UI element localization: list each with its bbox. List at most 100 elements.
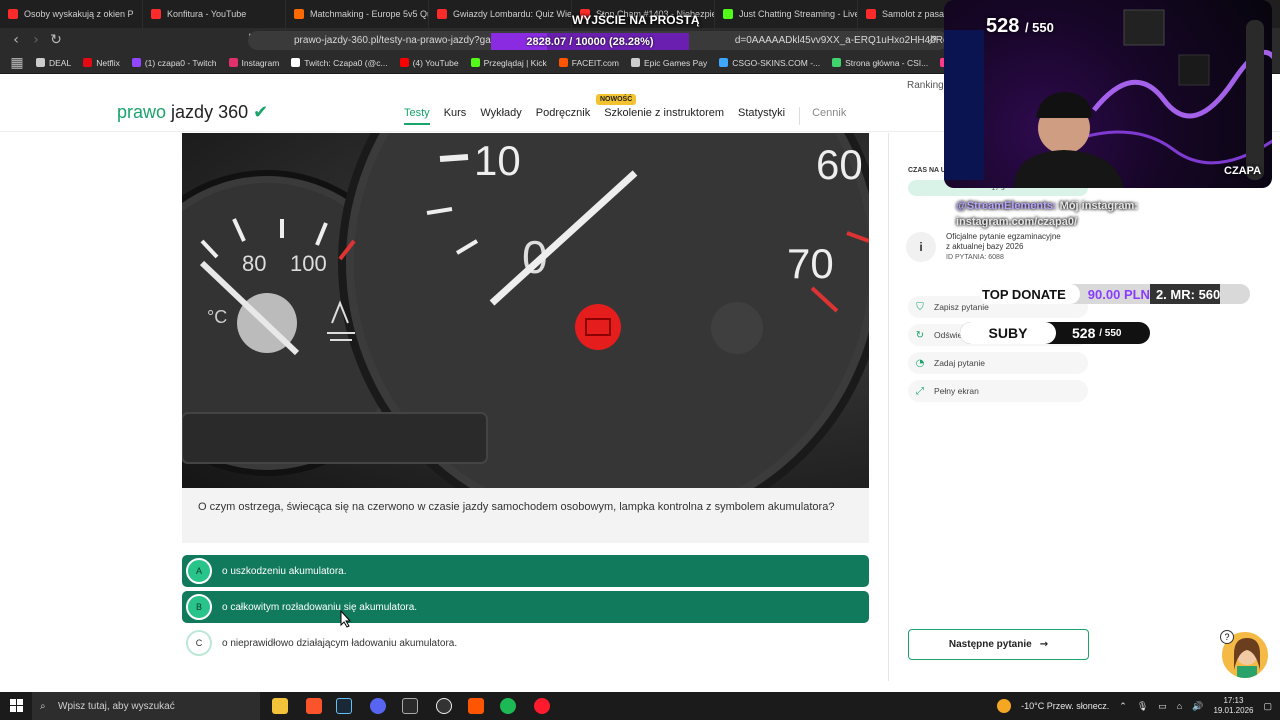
brave-browser-icon[interactable] (306, 698, 322, 714)
nav-testy[interactable]: Testy (404, 107, 430, 125)
notifications-icon[interactable]: ▢ (1263, 701, 1272, 712)
info-official: Oficjalne pytanie egzaminacyjne z aktualn… (946, 232, 1061, 251)
refresh-icon: ↻ (915, 329, 925, 341)
tab-favicon-icon (866, 9, 876, 19)
bookmark-item[interactable]: Netflix (83, 58, 120, 68)
content-divider (888, 133, 889, 681)
browser-tab[interactable]: Osoby wyskakują z okien P (0, 0, 143, 28)
apps-grid-icon[interactable]: ▦ (10, 55, 24, 71)
gauge-label-celsius: °C (207, 307, 227, 327)
webcam-overlay: 528 / 550 CZAPA (944, 0, 1272, 188)
bookmark-item[interactable]: (1) czapa0 - Twitch (131, 57, 217, 68)
discord-icon[interactable] (370, 698, 386, 714)
bookmark-label: Twitch: Czapa0 (@c... (304, 57, 388, 68)
weather-icon[interactable] (997, 699, 1012, 713)
battery-icon[interactable]: ▭ (1158, 701, 1167, 712)
nav-statystyki[interactable]: Statystyki (738, 107, 785, 125)
bookmark-item[interactable]: Instagram (228, 58, 279, 68)
obs-icon[interactable] (436, 698, 452, 714)
answer-b[interactable]: B o całkowitym rozładowaniu się akumulat… (182, 591, 869, 623)
browser-tab[interactable]: Matchmaking - Europe 5v5 Qu (286, 0, 429, 28)
bookmark-favicon-icon (630, 58, 640, 67)
bookmark-item[interactable]: Twitch: Czapa0 (@c... (291, 57, 388, 68)
clock-time: 17:13 (1223, 696, 1244, 705)
fullscreen-button[interactable]: ⤢ Pełny ekran (908, 380, 1088, 402)
bookmark-item[interactable]: (4) YouTube (399, 58, 459, 68)
clock[interactable]: 17:13 19.01.2026 (1213, 696, 1253, 716)
spotify-icon[interactable] (500, 698, 516, 714)
chevron-up-icon[interactable]: ⌃ (1119, 701, 1127, 712)
ask-question-button[interactable]: ◔ Zadaj pytanie (908, 352, 1088, 374)
tab-favicon-icon (151, 9, 161, 19)
network-icon[interactable]: ⌂ (1177, 701, 1182, 711)
taskbar-search-placeholder: Wpisz tutaj, aby wyszukać (58, 700, 175, 712)
new-badge: NOWOŚĆ (596, 94, 637, 105)
epic-games-icon[interactable] (402, 698, 418, 714)
answer-a[interactable]: A o uszkodzeniu akumulatora. (182, 555, 869, 587)
reload-icon[interactable]: ↻ (46, 32, 66, 48)
nav-kurs[interactable]: Kurs (444, 107, 467, 125)
weather-text[interactable]: -10°C Przew. słonecz. (1021, 701, 1109, 711)
next-question-button[interactable]: Następne pytanie → (908, 629, 1089, 660)
tab-favicon-icon (294, 9, 304, 19)
top-donate-extra: 2. MR: 560 (1149, 284, 1221, 304)
top-donate-bar: TOP DONATE 90.00 PLN 2. MR: 560 (980, 284, 1250, 304)
windows-start-icon[interactable] (10, 699, 23, 712)
nav-szkolenie[interactable]: Szkolenie z instruktorem (604, 107, 724, 125)
bookmark-item[interactable]: FACEIT.com (558, 58, 619, 68)
answer-c[interactable]: C o nieprawidłowo działającym ładowaniu … (182, 627, 869, 659)
chat-overlay: @StreamElements: Mój instagram: instagra… (956, 198, 1256, 230)
tab-title: Osoby wyskakują z okien P (24, 9, 134, 19)
nav-podrecznik[interactable]: Podręcznik (536, 107, 590, 125)
help-question-icon[interactable]: ? (1220, 630, 1234, 644)
question-image: 80 100 °C 10 60 0 70 (182, 133, 869, 488)
question-id: ID PYTANIA: 6088 (946, 254, 1004, 261)
bookmark-icon: ⛉ (916, 301, 924, 313)
subs-value: 528 / 550 (1072, 325, 1122, 341)
share-icon[interactable]: ⇗ (922, 32, 942, 48)
nav-wyklady[interactable]: Wykłady (480, 107, 521, 125)
ranking-link[interactable]: Ranking (907, 80, 944, 91)
bookmark-item[interactable]: Przeglądaj | Kick (470, 58, 547, 68)
tab-favicon-icon (8, 9, 18, 19)
bookmark-label: DEAL (49, 57, 72, 68)
dashboard-gauges-illustration: 80 100 °C 10 60 0 70 (182, 133, 869, 488)
bookmark-favicon-icon (36, 58, 45, 67)
tab-favicon-icon (723, 9, 733, 19)
question-text: O czym ostrzega, świecąca się na czerwon… (182, 488, 869, 543)
bookmark-item[interactable]: Epic Games Pay (630, 57, 708, 68)
bookmark-favicon-icon (83, 58, 93, 67)
answer-text: o nieprawidłowo działającym ładowaniu ak… (222, 637, 458, 649)
taskbar-search-input[interactable]: ⌕ Wpisz tutaj, aby wyszukać (32, 692, 260, 720)
opera-gx-icon[interactable] (534, 698, 550, 714)
browser-tab[interactable]: Just Chatting Streaming - Live (715, 0, 858, 28)
bookmark-item[interactable]: Strona główna - CSI... (832, 58, 928, 68)
speed-label-10: 10 (474, 137, 521, 184)
volume-icon[interactable]: 🔊 (1192, 701, 1203, 712)
logo-suffix: jazdy 360 (171, 102, 249, 122)
steam-icon[interactable] (336, 698, 352, 714)
microphone-icon[interactable]: 🎙 (1137, 701, 1148, 712)
subs-label: SUBY (960, 322, 1056, 344)
gauge-label-100: 100 (290, 251, 327, 276)
browser-tab[interactable]: Konfitura - YouTube (143, 0, 286, 28)
site-logo[interactable]: prawo jazdy 360 ✔ (117, 102, 268, 123)
forward-icon[interactable]: › (26, 32, 46, 48)
browser-tab[interactable]: Gwiazdy Lombardu: Quiz Wied (429, 0, 572, 28)
bookmark-item[interactable]: DEAL (36, 58, 71, 68)
faceit-icon[interactable] (468, 698, 484, 714)
logo-prefix: prawo (117, 102, 167, 122)
file-explorer-icon[interactable] (272, 698, 288, 714)
bookmark-label: CSGO-SKINS.COM -... (732, 57, 821, 68)
nav-cennik[interactable]: Cennik (799, 107, 846, 125)
bookmark-favicon-icon (291, 58, 301, 67)
answer-text: o uszkodzeniu akumulatora. (222, 565, 347, 577)
system-tray: -10°C Przew. słonecz. ⌃ 🎙 ▭ ⌂ 🔊 17:13 19… (997, 692, 1272, 720)
bookmark-label: (1) czapa0 - Twitch (144, 57, 217, 68)
bookmark-label: Epic Games Pay (643, 57, 708, 68)
bookmark-item[interactable]: CSGO-SKINS.COM -... (719, 58, 820, 68)
tab-title: Konfitura - YouTube (167, 9, 247, 19)
main-nav: Testy Kurs Wykłady Podręcznik Szkolenie … (404, 107, 846, 125)
back-icon[interactable]: ‹ (6, 32, 26, 48)
gauge-label-80: 80 (242, 251, 266, 276)
